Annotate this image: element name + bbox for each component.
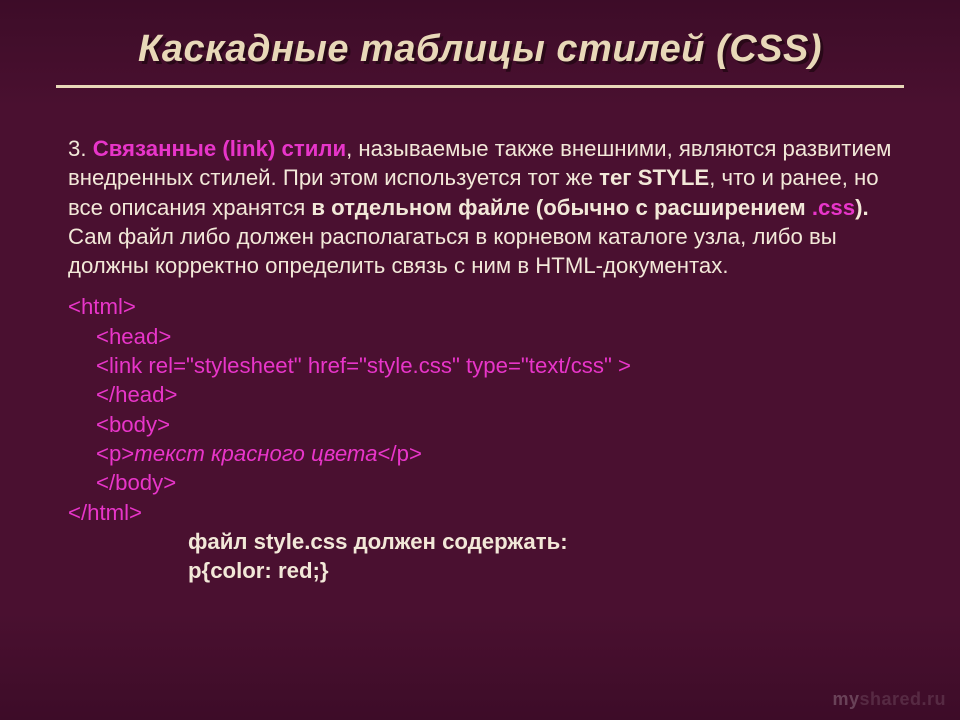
note-line-1: файл style.css должен содержать:: [188, 527, 904, 556]
slide-title: Каскадные таблицы стилей (CSS): [138, 28, 822, 85]
title-underline: [56, 85, 904, 88]
watermark-left: my: [832, 689, 859, 709]
code-example: <html> <head> <link rel="stylesheet" hre…: [68, 292, 904, 526]
content: 3. Связанные (link) стили, называемые та…: [56, 134, 904, 585]
css-extension: .css: [812, 195, 855, 220]
note-line-2: p{color: red;}: [188, 556, 904, 585]
code-line-7: </body>: [96, 470, 176, 495]
style-tag-term: тег STYLE: [599, 165, 709, 190]
code-p-open: <p>: [96, 441, 134, 466]
code-line-5: <body>: [96, 412, 170, 437]
linked-styles-term: Связанные (link) стили: [93, 136, 346, 161]
code-line-8: </html>: [68, 500, 142, 525]
watermark-right: shared.ru: [859, 689, 946, 709]
code-line-1: <html>: [68, 294, 136, 319]
note-block: файл style.css должен содержать: p{color…: [68, 527, 904, 586]
paragraph: 3. Связанные (link) стили, называемые та…: [68, 134, 904, 280]
slide: Каскадные таблицы стилей (CSS) 3. Связан…: [0, 0, 960, 720]
code-p-text: текст красного цвета: [134, 441, 377, 466]
code-line-4: </head>: [96, 382, 177, 407]
text-seg-3: Сам файл либо должен располагаться в кор…: [68, 224, 837, 278]
file-desc-end: ).: [855, 195, 869, 220]
file-desc-bold: в отдельном файле (обычно с расширением: [311, 195, 812, 220]
list-number: 3.: [68, 136, 87, 161]
watermark: myshared.ru: [832, 689, 946, 710]
code-line-3: <link rel="stylesheet" href="style.css" …: [96, 353, 631, 378]
title-area: Каскадные таблицы стилей (CSS): [56, 28, 904, 88]
code-line-2: <head>: [96, 324, 171, 349]
code-p-close: </p>: [378, 441, 422, 466]
